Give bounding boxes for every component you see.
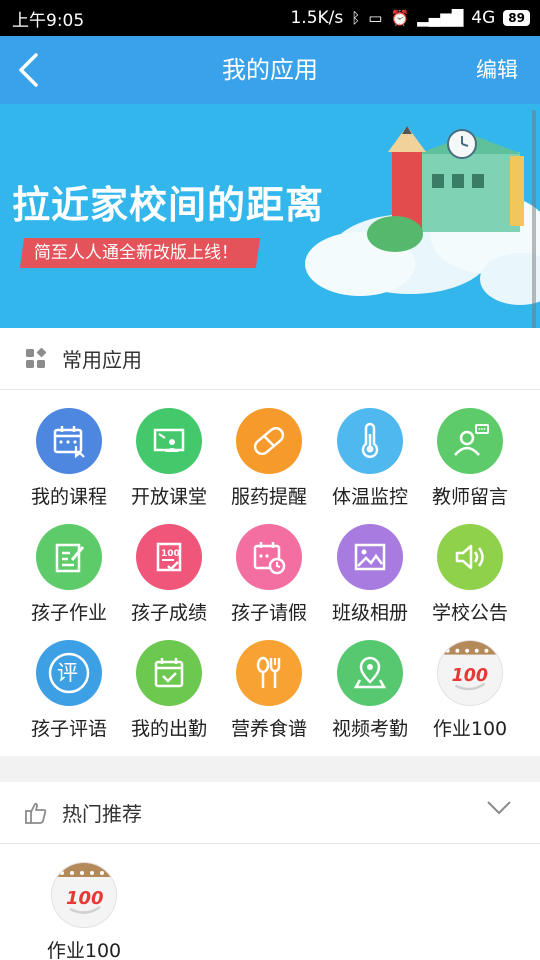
app-medicine-reminder[interactable]: 服药提醒 [219, 408, 319, 518]
homework-edit-icon [55, 543, 85, 573]
app-icon-circle [236, 408, 302, 474]
svg-text:100: 100 [66, 888, 104, 909]
svg-text:100: 100 [452, 666, 488, 686]
network-type: 4G [471, 8, 496, 28]
app-label: 班级相册 [331, 602, 408, 624]
calendar-check-icon [154, 658, 184, 688]
app-label: 作业100 [432, 718, 508, 740]
app-grid: 我的课程 开放课堂 服药提醒 体温监控 教师留言 孩子作业 100 孩子成绩 孩… [0, 390, 540, 756]
app-icon-circle [337, 524, 403, 590]
banner-title: 拉近家校间的距离 [12, 183, 325, 227]
chevron-left-icon [19, 53, 38, 87]
spoon-fork-icon [256, 656, 281, 688]
signal-icon: ▂▄▆█ [417, 9, 464, 27]
status-time: 上午9:05 [12, 10, 85, 31]
svg-text:100: 100 [161, 549, 180, 559]
chevron-down-icon[interactable] [486, 800, 512, 816]
app-child-leave[interactable]: 孩子请假 [219, 524, 319, 634]
app-label: 孩子成绩 [130, 602, 207, 624]
common-apps-section: 常用应用 我的课程 开放课堂 服药提醒 体温监控 教师留言 孩子作业 100 孩… [0, 328, 540, 756]
app-label: 学校公告 [431, 602, 508, 624]
page-title: 我的应用 [222, 56, 318, 84]
score-100-icon: 100 [156, 542, 182, 572]
app-icon-circle [36, 408, 102, 474]
section-title: 热门推荐 [62, 802, 142, 826]
grid-apps-icon [24, 347, 48, 371]
calendar-touch-icon [53, 426, 85, 459]
status-icons: 1.5K/s ᛒ ▭ ⏰ ▂▄▆█ 4G 89 [290, 8, 530, 28]
speaker-icon [455, 544, 484, 570]
app-icon-circle: 100 [51, 862, 117, 928]
app-label: 营养食谱 [230, 718, 307, 740]
app-class-album[interactable]: 班级相册 [320, 524, 420, 634]
vibrate-icon: ▭ [368, 9, 383, 27]
promo-banner[interactable]: 拉近家校间的距离 简至人人通全新改版上线！ [0, 104, 540, 328]
app-label: 我的课程 [30, 486, 107, 508]
common-apps-header: 常用应用 [0, 328, 540, 390]
app-label: 开放课堂 [130, 486, 207, 508]
thermometer-icon [361, 422, 379, 458]
app-label: 孩子评语 [30, 718, 107, 740]
battery-icon: 89 [503, 10, 530, 26]
app-label: 体温监控 [331, 486, 408, 508]
app-open-classroom[interactable]: 开放课堂 [119, 408, 219, 518]
app-child-homework[interactable]: 孩子作业 [19, 524, 119, 634]
status-bar: 上午9:05 1.5K/s ᛒ ▭ ⏰ ▂▄▆█ 4G 89 [0, 0, 540, 36]
app-teacher-message[interactable]: 教师留言 [420, 408, 520, 518]
app-school-notice[interactable]: 学校公告 [420, 524, 520, 634]
app-my-courses[interactable]: 我的课程 [19, 408, 119, 518]
app-icon-circle: 100 [136, 524, 202, 590]
app-icon-circle [437, 408, 503, 474]
banner-subtitle: 简至人人通全新改版上线！ [19, 238, 261, 268]
app-zuoye100[interactable]: 100 作业100 [420, 640, 520, 750]
app-icon-circle: 100 [437, 640, 503, 706]
app-icon-circle: 评 [36, 640, 102, 706]
app-icon-circle [236, 524, 302, 590]
net-speed: 1.5K/s [290, 8, 344, 28]
comment-ping-icon: 评 [48, 652, 90, 694]
alarm-icon: ⏰ [390, 9, 410, 27]
app-icon-circle [437, 524, 503, 590]
app-label: 孩子作业 [30, 602, 107, 624]
thumbs-up-icon [24, 801, 48, 825]
app-label: 服药提醒 [230, 486, 307, 508]
app-icon-circle [337, 640, 403, 706]
classroom-screen-icon [153, 428, 185, 452]
app-label: 教师留言 [431, 486, 508, 508]
app-child-scores[interactable]: 100 孩子成绩 [119, 524, 219, 634]
location-pin-icon [353, 656, 387, 689]
calendar-clock-icon [253, 542, 286, 575]
app-icon-circle [236, 640, 302, 706]
app-child-comments[interactable]: 评 孩子评语 [19, 640, 119, 750]
app-temperature-monitor[interactable]: 体温监控 [320, 408, 420, 518]
app-label: 孩子请假 [230, 602, 307, 624]
app-icon-circle [136, 408, 202, 474]
teacher-message-icon [454, 424, 489, 456]
bluetooth-icon: ᛒ [351, 9, 361, 27]
app-video-attendance[interactable]: 视频考勤 [320, 640, 420, 750]
app-label: 我的出勤 [130, 718, 207, 740]
app-icon-circle [337, 408, 403, 474]
app-icon-circle [136, 640, 202, 706]
section-title: 常用应用 [62, 348, 142, 372]
school-illustration [305, 126, 540, 305]
hot-recommend-header[interactable]: 热门推荐 [0, 782, 540, 844]
hot-app-zuoye100[interactable]: 100 作业100 [34, 862, 134, 960]
hot-recommend-section: 热门推荐 100 作业100 [0, 782, 540, 960]
app-nutrition-menu[interactable]: 营养食谱 [219, 640, 319, 750]
app-my-attendance[interactable]: 我的出勤 [119, 640, 219, 750]
app-label: 视频考勤 [331, 718, 408, 740]
nav-bar: 我的应用 编辑 [0, 36, 540, 104]
zuoye100-logo-icon: 100 [438, 641, 502, 691]
zuoye100-logo-icon: 100 [52, 863, 116, 914]
back-button[interactable] [8, 46, 48, 94]
photo-album-icon [354, 543, 386, 571]
app-icon-circle [36, 524, 102, 590]
app-label: 作业100 [46, 940, 122, 960]
pill-icon [253, 426, 285, 456]
edit-button[interactable]: 编辑 [476, 36, 518, 104]
svg-text:评: 评 [57, 661, 78, 685]
